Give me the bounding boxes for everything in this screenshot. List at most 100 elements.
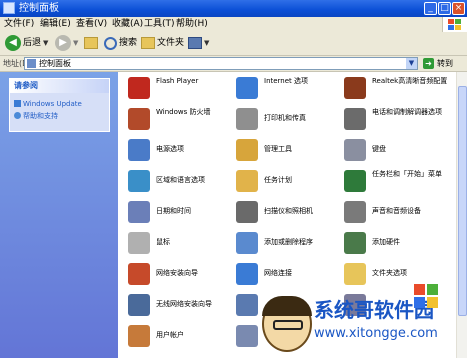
control-panel-item[interactable]: 扫描仪和照相机: [226, 200, 334, 226]
go-button[interactable]: ➜ 转到: [421, 57, 465, 70]
applet-label: 用户帐户: [156, 331, 184, 339]
applet-label: 无线网络安装向导: [156, 300, 212, 308]
control-panel-item[interactable]: 网络安装向导: [118, 262, 226, 288]
control-panel-item[interactable]: 网络连接: [226, 262, 334, 288]
side-panel: 请参阅 Windows Update 帮助和支持: [0, 72, 118, 358]
back-button[interactable]: 后退: [23, 35, 41, 52]
forward-arrow-icon[interactable]: ▶: [55, 35, 71, 51]
control-panel-item[interactable]: Realtek高清晰音频配置: [334, 76, 447, 102]
applet-icon: [236, 232, 258, 254]
menu-tools[interactable]: 工具(T): [144, 18, 175, 30]
applet-label: 管理工具: [264, 145, 292, 153]
applet-icon: [344, 170, 366, 192]
control-panel-small-icon: [27, 59, 36, 68]
control-panel-item[interactable]: 管理工具: [226, 138, 334, 164]
applet-icon: [128, 201, 150, 223]
help-icon: [14, 112, 21, 119]
windows-update-icon: [14, 100, 21, 107]
control-panel-item[interactable]: 电源选项: [118, 138, 226, 164]
control-panel-item[interactable]: 声音和音频设备: [334, 200, 442, 226]
applet-icon: [344, 139, 366, 161]
address-dropdown-icon[interactable]: ▼: [406, 58, 417, 69]
applet-label: 区域和语言选项: [156, 176, 205, 184]
views-dropdown-icon[interactable]: ▼: [204, 35, 209, 52]
control-panel-item[interactable]: 电话和调制解调器选项: [334, 107, 442, 133]
title-bar[interactable]: 控制面板 _ □ ×: [0, 0, 467, 17]
applet-label: 电话和调制解调器选项: [372, 108, 442, 116]
applet-icon: [344, 232, 366, 254]
control-panel-item[interactable]: 无线网络安装向导: [118, 293, 226, 319]
address-value[interactable]: 控制面板: [39, 58, 71, 69]
applet-icon: [236, 77, 258, 99]
applet-icon: [236, 170, 258, 192]
windows-flag-icon: [414, 284, 440, 310]
menu-edit[interactable]: 编辑(E): [40, 18, 71, 30]
views-icon[interactable]: [188, 37, 202, 49]
address-bar: 地址(D) 控制面板 ▼ ➜ 转到: [0, 56, 467, 72]
scrollbar-thumb[interactable]: [458, 86, 467, 316]
help-support-link[interactable]: 帮助和支持: [14, 111, 58, 121]
applet-icon: [344, 201, 366, 223]
folders-icon[interactable]: [141, 37, 155, 49]
control-panel-item[interactable]: 打印机和传真: [226, 107, 334, 133]
search-icon[interactable]: [104, 37, 117, 50]
control-panel-item[interactable]: Windows 防火墙: [118, 107, 226, 133]
control-panel-item[interactable]: 用户帐户: [118, 324, 226, 350]
search-button[interactable]: 搜索: [119, 35, 137, 52]
control-panel-item[interactable]: 任务栏和「开始」菜单: [334, 169, 442, 195]
applet-label: Windows 防火墙: [156, 108, 211, 116]
menu-favorites[interactable]: 收藏(A): [112, 18, 143, 30]
close-button[interactable]: ×: [452, 2, 465, 15]
control-panel-window: 控制面板 _ □ × 文件(F) 编辑(E) 查看(V) 收藏(A) 工具(T)…: [0, 0, 467, 358]
applet-icon: [128, 325, 150, 347]
control-panel-item[interactable]: Internet 选项: [226, 76, 334, 102]
applet-label: 键盘: [372, 145, 386, 153]
control-panel-item[interactable]: 任务计划: [226, 169, 334, 195]
applet-icon: [128, 232, 150, 254]
control-panel-item[interactable]: 鼠标: [118, 231, 226, 257]
applet-icon: [344, 108, 366, 130]
applet-icon: [236, 294, 258, 316]
menu-help[interactable]: 帮助(H): [176, 18, 208, 30]
see-also-box: 请参阅 Windows Update 帮助和支持: [9, 78, 110, 132]
see-also-header[interactable]: 请参阅: [10, 79, 109, 93]
applet-label: 日期和时间: [156, 207, 191, 215]
applet-label: 任务计划: [264, 176, 292, 184]
maximize-button[interactable]: □: [438, 2, 451, 15]
help-support-label: 帮助和支持: [23, 112, 58, 120]
toolbar: ◀ 后退 ▼ ▶ ▼ 搜索 文件夹 ▼: [0, 32, 467, 56]
applet-icon: [128, 77, 150, 99]
menu-file[interactable]: 文件(F): [4, 18, 34, 30]
forward-dropdown-icon[interactable]: ▼: [73, 35, 78, 52]
control-panel-item[interactable]: 日期和时间: [118, 200, 226, 226]
up-folder-icon[interactable]: [84, 37, 98, 49]
applet-label: 任务栏和「开始」菜单: [372, 170, 442, 178]
applet-label: Realtek高清晰音频配置: [372, 77, 448, 85]
applet-icon: [344, 263, 366, 285]
control-panel-item[interactable]: 区域和语言选项: [118, 169, 226, 195]
menu-view[interactable]: 查看(V): [76, 18, 107, 30]
site-watermark: 系统哥软件园 www.xitongge.com: [262, 284, 467, 358]
folders-button[interactable]: 文件夹: [157, 35, 184, 52]
applet-icon: [128, 294, 150, 316]
control-panel-icon: [3, 2, 15, 14]
minimize-button[interactable]: _: [424, 2, 437, 15]
applet-icon: [344, 77, 366, 99]
applet-label: 添加或删除程序: [264, 238, 313, 246]
back-dropdown-icon[interactable]: ▼: [43, 35, 48, 52]
windows-logo-icon: [442, 17, 467, 32]
applet-icon: [236, 201, 258, 223]
applet-icon: [236, 108, 258, 130]
applet-label: Flash Player: [156, 77, 199, 85]
watermark-url: www.xitongge.com: [314, 326, 438, 341]
control-panel-item[interactable]: 添加硬件: [334, 231, 442, 257]
control-panel-item[interactable]: Flash Player: [118, 76, 226, 102]
mascot-logo: [262, 296, 312, 352]
control-panel-item[interactable]: 键盘: [334, 138, 442, 164]
back-arrow-icon[interactable]: ◀: [5, 35, 21, 51]
windows-update-link[interactable]: Windows Update: [14, 99, 82, 109]
address-field[interactable]: 控制面板 ▼: [24, 57, 418, 70]
control-panel-item[interactable]: 添加或删除程序: [226, 231, 334, 257]
window-title: 控制面板: [19, 3, 59, 14]
applet-label: 扫描仪和照相机: [264, 207, 313, 215]
